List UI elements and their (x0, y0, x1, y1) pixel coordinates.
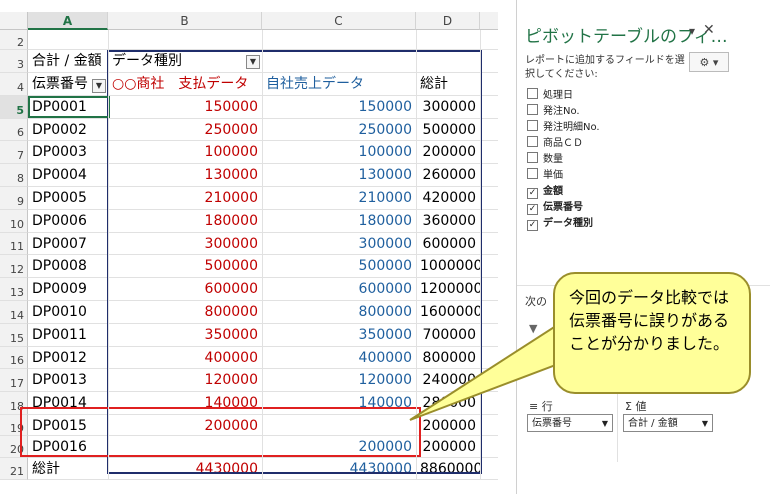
callout-text: 今回のデータ比較では 伝票番号に誤りがある ことが分かりました。 (569, 288, 730, 353)
callout-pointer-cover (556, 322, 586, 356)
